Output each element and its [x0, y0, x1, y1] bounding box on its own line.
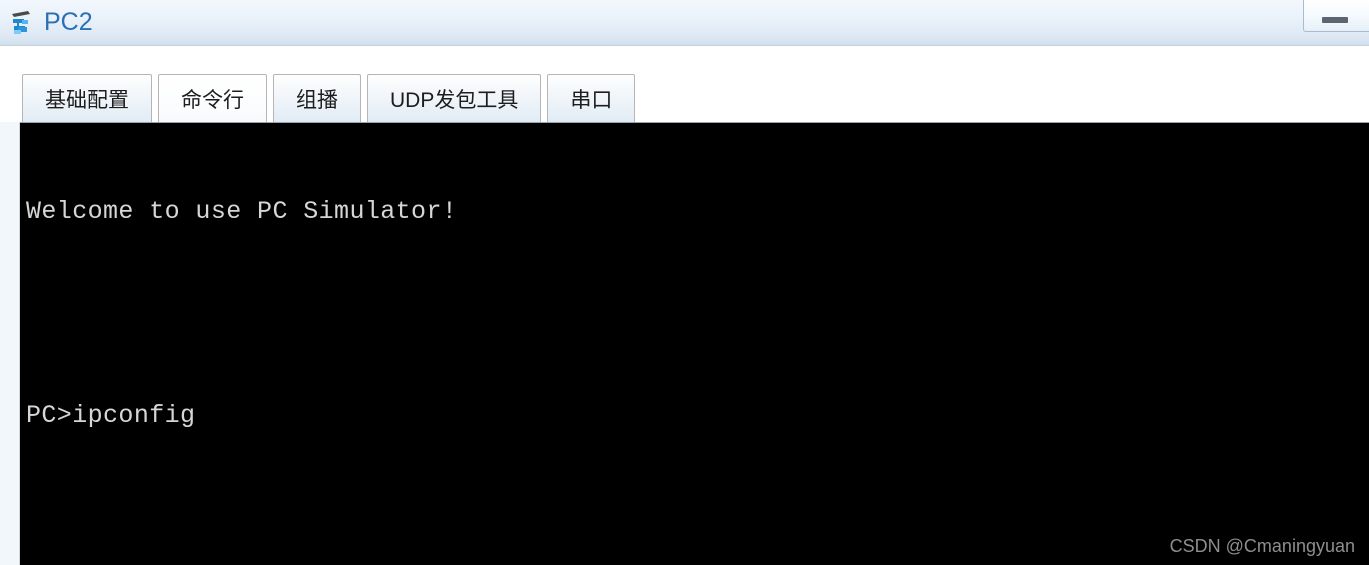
- terminal-panel[interactable]: Welcome to use PC Simulator! PC>ipconfig…: [20, 122, 1369, 565]
- window-controls: [1303, 0, 1369, 40]
- tab-label: 组播: [296, 88, 338, 112]
- tab-label: 命令行: [181, 88, 244, 112]
- terminal-output[interactable]: Welcome to use PC Simulator! PC>ipconfig…: [26, 127, 1369, 565]
- tab-command-line[interactable]: 命令行: [158, 74, 267, 122]
- pc-device-icon: [8, 8, 38, 38]
- tab-list: 基础配置 命令行 组播 UDP发包工具 串口: [22, 72, 641, 122]
- terminal-line: PC>ipconfig: [26, 401, 196, 430]
- window-left-border: [0, 47, 20, 565]
- minimize-button[interactable]: [1303, 0, 1369, 32]
- minimize-icon: [1322, 17, 1348, 23]
- tab-strip: 基础配置 命令行 组播 UDP发包工具 串口: [0, 47, 1369, 122]
- tab-multicast[interactable]: 组播: [273, 74, 361, 122]
- pc2-window: PC2 基础配置 命令行 组播 UDP发包工具 串口 Welcome to us…: [0, 0, 1369, 565]
- terminal-line: Welcome to use PC Simulator!: [26, 197, 458, 226]
- tab-label: 基础配置: [45, 88, 129, 112]
- window-title: PC2: [44, 7, 93, 36]
- tab-label: UDP发包工具: [390, 88, 519, 112]
- tab-basic-config[interactable]: 基础配置: [22, 74, 152, 122]
- tab-udp-tool[interactable]: UDP发包工具: [367, 74, 542, 122]
- tab-label: 串口: [570, 88, 613, 112]
- watermark: CSDN @Cmaningyuan: [1169, 536, 1355, 556]
- window-titlebar: PC2: [0, 0, 1369, 46]
- tab-serial-port[interactable]: 串口: [547, 74, 636, 122]
